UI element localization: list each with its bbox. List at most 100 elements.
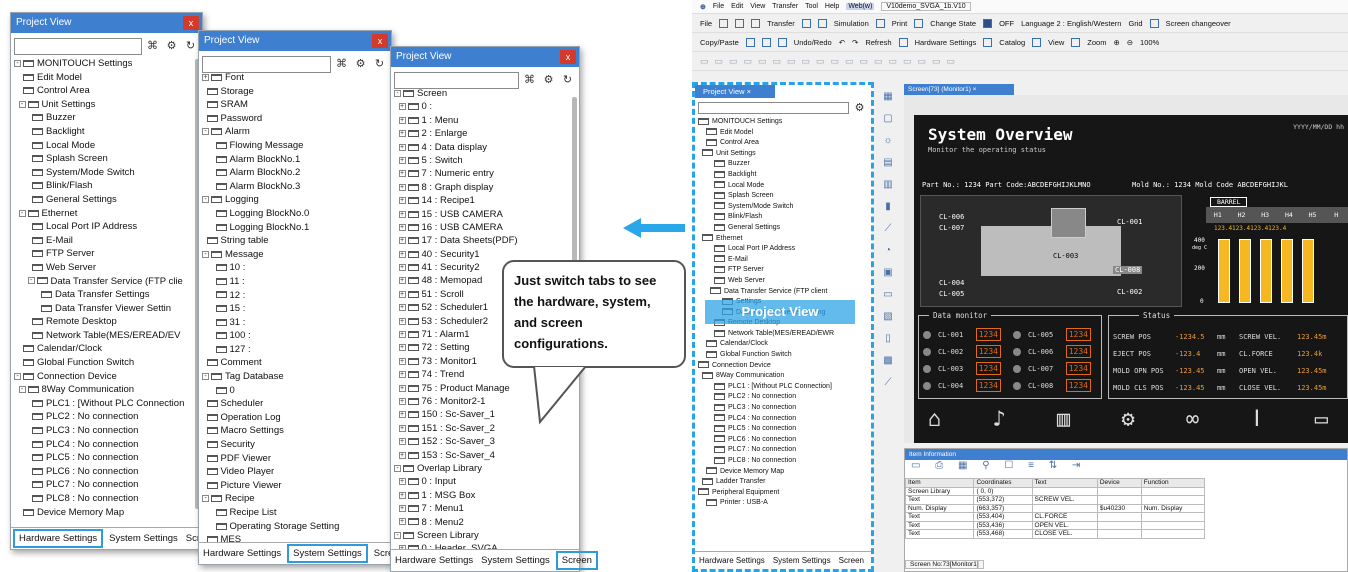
tb-print[interactable]: Print [892, 19, 907, 28]
tree-item[interactable]: - Screen Library [394, 529, 565, 542]
menu-file[interactable]: File [713, 3, 724, 10]
expand-icon[interactable]: + [398, 397, 406, 405]
zoom-in-icon[interactable]: ⊕ [1113, 38, 1119, 47]
expand-icon[interactable]: + [398, 344, 406, 352]
tree-item[interactable]: Local Mode [14, 139, 188, 153]
tree-item[interactable]: PLC7 : No connection [14, 478, 188, 492]
tab-hardware-settings[interactable]: Hardware Settings [199, 545, 285, 562]
tb-screen-changeover[interactable]: Screen changeover [1166, 19, 1231, 28]
tree-item[interactable]: PLC6 : No connection [698, 435, 867, 446]
tool-icon[interactable]: ▭ [876, 284, 900, 306]
collapse-icon[interactable]: - [202, 196, 209, 204]
tree-item[interactable]: Backlight [14, 125, 188, 139]
tb-undo-redo[interactable]: Undo/Redo [794, 38, 832, 47]
save-icon[interactable] [751, 18, 761, 28]
state-icon[interactable] [983, 18, 993, 28]
tree-item[interactable]: Buzzer [14, 111, 188, 125]
language-select[interactable]: Language 2 : English/Western [1021, 19, 1121, 28]
tree-item[interactable]: - Logging [202, 193, 377, 207]
search-input[interactable] [202, 55, 331, 73]
catalog-icon[interactable] [983, 37, 993, 47]
menu-help[interactable]: Help [825, 3, 839, 10]
tree-item[interactable]: E-Mail [14, 234, 188, 248]
tree-item[interactable]: Password [202, 112, 377, 126]
tree-item[interactable]: +0 : Input [394, 475, 565, 488]
tab-screen[interactable]: Screen [555, 551, 598, 570]
tree-item[interactable]: - Message [202, 248, 377, 262]
grid-icon[interactable] [1149, 18, 1159, 28]
column-header[interactable]: Coordinates [973, 478, 1033, 488]
tool-icon[interactable]: ▩ [876, 350, 900, 372]
tree-item[interactable]: PLC1 : [Without PLC Connection [14, 397, 188, 411]
transfer-icon[interactable] [801, 18, 811, 28]
zoom-level[interactable]: 100% [1140, 38, 1159, 47]
tb-grid[interactable]: Grid [1128, 19, 1142, 28]
tree-item[interactable]: Web Server [14, 261, 188, 275]
tree-item[interactable]: +5 : Switch [394, 154, 565, 167]
tree-item[interactable]: Network Table(MES/EREAD/EV [14, 329, 188, 343]
redo-icon[interactable]: ↷ [852, 38, 858, 47]
tree-item[interactable]: 8Way Communication [698, 371, 867, 382]
collapse-icon[interactable]: - [18, 209, 26, 217]
expand-icon[interactable]: + [398, 130, 406, 138]
tool-icon[interactable]: ⟋ [876, 218, 900, 240]
expand-icon[interactable]: + [398, 183, 406, 191]
tree-item[interactable]: SRAM [202, 98, 377, 112]
tree-item[interactable]: Unit Settings [698, 149, 867, 160]
tab-system-settings[interactable]: System Settings [769, 553, 835, 568]
tree-item[interactable]: PLC5 : No connection [698, 424, 867, 435]
tree-item[interactable]: PLC6 : No connection [14, 465, 188, 479]
tb-simulation[interactable]: Simulation [834, 19, 869, 28]
tree-item[interactable]: Calendar/Clock [698, 339, 867, 350]
column-header[interactable]: Device [1096, 478, 1142, 488]
table-row[interactable]: Text (553,436) OPEN VEL. [904, 520, 1206, 530]
tb-refresh[interactable]: Refresh [865, 38, 891, 47]
tree-item[interactable]: Ethernet [698, 234, 867, 245]
project-view-tab[interactable]: Project View × [695, 85, 775, 98]
refresh-icon[interactable]: ↻ [559, 72, 576, 89]
tree-item[interactable]: PLC8 : No connection [14, 492, 188, 506]
tree-item[interactable]: - Data Transfer Service (FTP clie [14, 275, 188, 289]
gear-icon[interactable]: ⚙ [851, 102, 868, 114]
tree-item[interactable]: Logging BlockNo.0 [202, 207, 377, 221]
new-icon[interactable] [719, 18, 729, 28]
tree-item[interactable]: + Font [202, 71, 377, 85]
expand-icon[interactable]: + [398, 156, 406, 164]
gear-icon[interactable]: ⚙ [540, 72, 557, 89]
gear-icon[interactable]: ⚙ [163, 38, 180, 55]
expand-icon[interactable]: + [398, 478, 406, 486]
tree-item[interactable]: +14 : Recipe1 [394, 194, 565, 207]
tree-item[interactable]: Control Area [14, 84, 188, 98]
tree-item[interactable]: +15 : USB CAMERA [394, 208, 565, 221]
tree-item[interactable]: +16 : USB CAMERA [394, 221, 565, 234]
tree-item[interactable]: +8 : Menu2 [394, 516, 565, 529]
tool-icon[interactable]: ▮ [876, 196, 900, 218]
tree-item[interactable]: Connection Device [698, 361, 867, 372]
collapse-icon[interactable]: - [18, 100, 26, 108]
tree-item[interactable]: Macro Settings [202, 424, 377, 438]
gear-icon[interactable]: ⚙ [352, 56, 369, 73]
tool-icon[interactable]: ▦ [876, 86, 900, 108]
tree-item[interactable]: +4 : Data display [394, 141, 565, 154]
tree-item[interactable]: Data Transfer Service (FTP client [698, 287, 867, 298]
menu-web[interactable]: Web(w) [846, 3, 875, 10]
catalog-book-icon[interactable] [1032, 37, 1042, 47]
expand-icon[interactable]: + [398, 170, 406, 178]
tree-item[interactable]: Video Player [202, 465, 377, 479]
tool-icon[interactable]: ☼ [876, 130, 900, 152]
tree-item[interactable]: +2 : Enlarge [394, 127, 565, 140]
expand-icon[interactable]: + [398, 357, 406, 365]
tab-screen[interactable]: Screen [835, 553, 868, 568]
expand-icon[interactable]: + [398, 438, 406, 446]
tree-item[interactable]: E-Mail [698, 255, 867, 266]
expand-icon[interactable]: + [398, 197, 406, 205]
close-icon[interactable]: x [372, 34, 388, 48]
monitor-binoculars-icon[interactable]: ∞ [1186, 407, 1199, 441]
expand-icon[interactable]: + [398, 451, 406, 459]
tree-item[interactable]: Recipe List [202, 506, 377, 520]
tree-item[interactable]: Local Mode [698, 181, 867, 192]
tree-item[interactable]: System/Mode Switch [14, 166, 188, 180]
tab-hardware-settings[interactable]: Hardware Settings [695, 553, 769, 568]
tree-item[interactable]: Operation Log [202, 411, 377, 425]
expand-icon[interactable]: + [398, 424, 406, 432]
